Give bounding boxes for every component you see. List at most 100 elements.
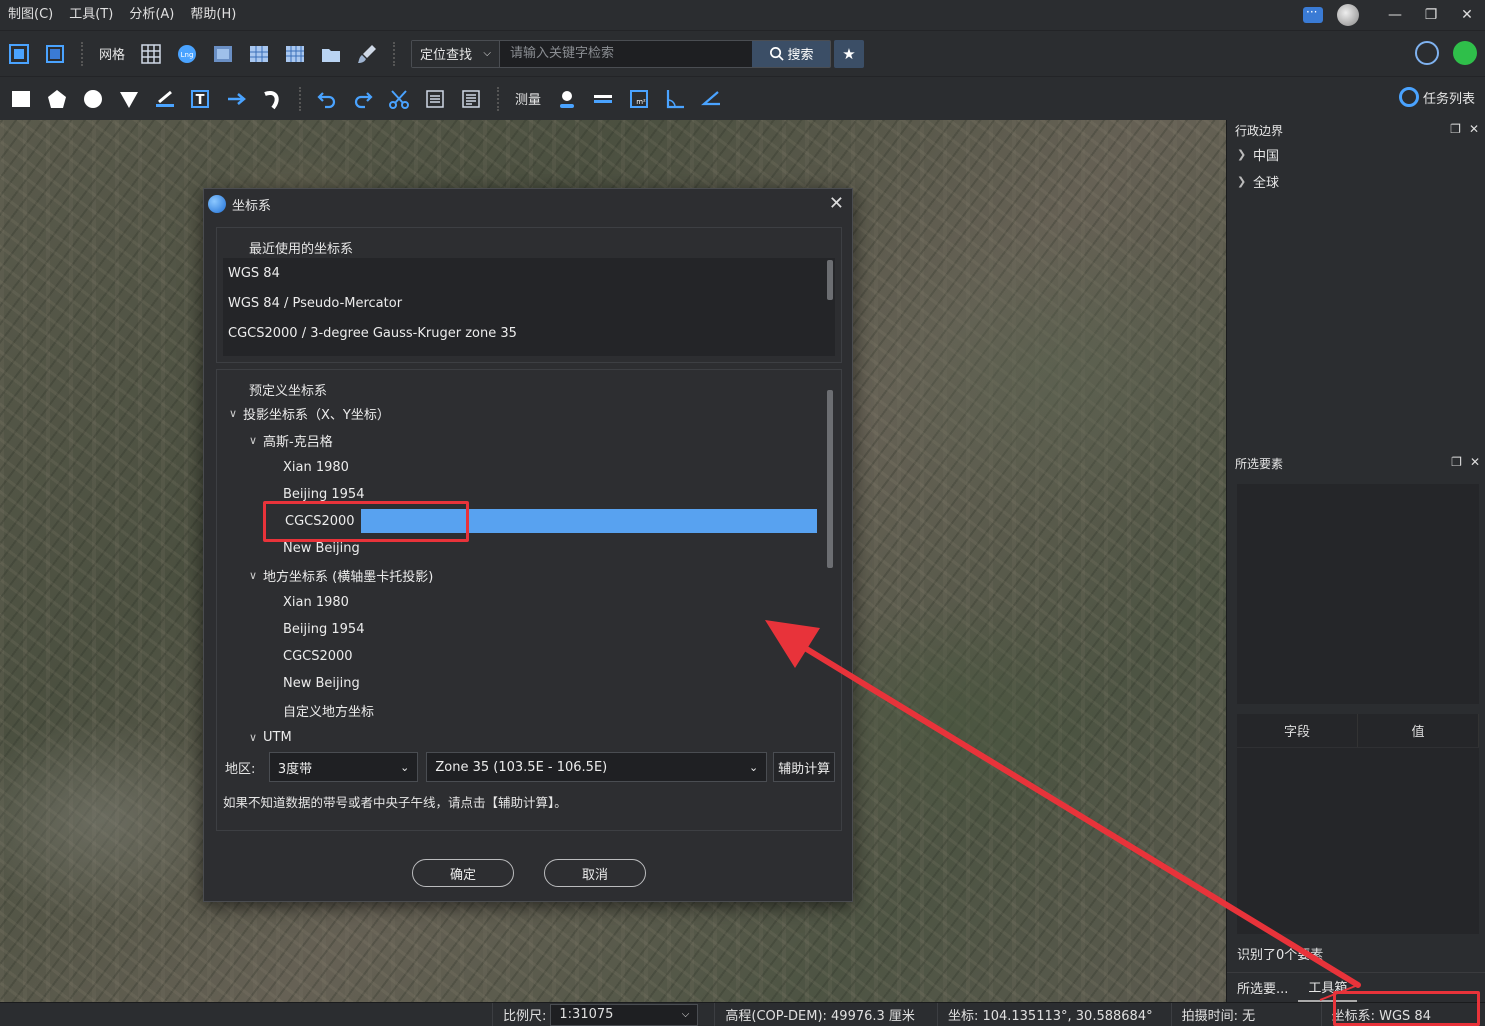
message-icon[interactable] xyxy=(1303,5,1323,23)
full-extent-icon[interactable] xyxy=(6,41,32,67)
azimuth-icon[interactable] xyxy=(698,86,724,112)
close-icon[interactable]: ✕ xyxy=(1470,455,1480,469)
tree-item[interactable]: New Beijing xyxy=(223,670,835,697)
admin-item-china[interactable]: ❯ 中国 xyxy=(1227,141,1485,168)
angle-icon[interactable] xyxy=(662,86,688,112)
float-icon[interactable]: ❐ xyxy=(1451,455,1462,469)
cancel-button[interactable]: 取消 xyxy=(544,859,646,887)
sheet-grid-icon[interactable] xyxy=(246,41,272,67)
restore-button[interactable]: ❐ xyxy=(1413,0,1449,30)
area-icon[interactable]: m² xyxy=(626,86,652,112)
list-item[interactable]: WGS 84 xyxy=(223,258,835,288)
text-tool-icon[interactable]: T xyxy=(188,86,214,112)
crs-button[interactable]: 坐标系: WGS 84 xyxy=(1320,1002,1456,1026)
search-button[interactable]: 搜索 xyxy=(752,40,831,67)
tree-item[interactable]: ∨ 投影坐标系（X、Y坐标） xyxy=(223,400,835,427)
chevron-down-icon[interactable]: ∨ xyxy=(243,434,263,447)
selected-features-list[interactable] xyxy=(1237,484,1479,704)
chevron-down-icon[interactable]: ∨ xyxy=(243,569,263,582)
selected-features-header: 所选要素 ❐ ✕ xyxy=(1227,452,1485,474)
chevron-down-icon: ⌵ xyxy=(681,1009,690,1020)
polygon-icon[interactable] xyxy=(44,86,70,112)
tree-item[interactable]: 自定义地方坐标 xyxy=(223,697,835,724)
search-mode-select[interactable]: 定位查找 ⌵ xyxy=(412,40,501,67)
tile-icon[interactable] xyxy=(210,41,236,67)
marker-shape-icon[interactable] xyxy=(116,86,142,112)
scissors-icon[interactable] xyxy=(386,86,412,112)
tree-item[interactable]: Beijing 1954 xyxy=(223,481,835,508)
value-column-header[interactable]: 值 xyxy=(1358,714,1479,747)
tree-item-label: CGCS2000 xyxy=(285,514,355,529)
distance-icon[interactable] xyxy=(590,86,616,112)
tab-toolbox[interactable]: 工具箱 xyxy=(1298,973,1358,1002)
hint-text: 如果不知道数据的带号或者中央子午线，请点击【辅助计算】。 xyxy=(223,795,567,810)
tree-item-label: Beijing 1954 xyxy=(283,487,365,502)
elevation-readout: 高程(COP-DEM): 49976.3 厘米 xyxy=(714,1002,937,1026)
close-icon[interactable]: ✕ xyxy=(1469,122,1479,136)
heart-location-icon[interactable] xyxy=(1415,41,1439,65)
tab-selected-features[interactable]: 所选要... xyxy=(1227,973,1298,1002)
menu-map[interactable]: 制图(C) xyxy=(0,0,61,30)
list-item[interactable]: CGCS2000 / 3-degree Gauss-Kruger zone 35 xyxy=(223,318,835,348)
tree-item-selected[interactable]: CGCS2000 xyxy=(223,508,835,535)
minimize-button[interactable]: — xyxy=(1377,0,1413,30)
rectangle-icon[interactable] xyxy=(8,86,34,112)
admin-boundary-header: 行政边界 ❐ ✕ xyxy=(1227,119,1485,141)
task-list-button[interactable]: 任务列表 xyxy=(1398,87,1475,107)
redo-icon[interactable] xyxy=(350,86,376,112)
tree-item[interactable]: CGCS2000 xyxy=(223,643,835,670)
tree-item[interactable]: Xian 1980 xyxy=(223,454,835,481)
region-row: 地区: 3度带 ⌄ Zone 35 (103.5E - 106.5E) ⌄ 辅助… xyxy=(223,752,835,782)
layer-list-icon[interactable] xyxy=(458,86,484,112)
selected-features-panel: 所选要素 ❐ ✕ 字段 值 识别了0个要素 所选要... 工具箱 xyxy=(1227,452,1485,1002)
measure-label[interactable]: 测量 xyxy=(515,89,541,108)
attribute-table-icon[interactable] xyxy=(422,86,448,112)
aux-calc-button[interactable]: 辅助计算 xyxy=(773,752,835,782)
location-pin-icon[interactable] xyxy=(554,86,580,112)
list-item[interactable]: WGS 84 / Pseudo-Mercator xyxy=(223,288,835,318)
chevron-down-icon[interactable]: ∨ xyxy=(243,731,263,744)
wechat-icon[interactable] xyxy=(1453,41,1477,65)
arrow-tool-icon[interactable] xyxy=(224,86,250,112)
search-input[interactable] xyxy=(500,40,753,67)
window-controls: — ❐ ✕ xyxy=(1303,0,1485,30)
favorite-button[interactable]: ★ xyxy=(834,39,865,68)
brush-icon[interactable] xyxy=(354,41,380,67)
predefined-crs-title: 预定义坐标系 xyxy=(249,384,328,399)
tree-item[interactable]: ∨ 地方坐标系 (横轴墨卡托投影) xyxy=(223,562,835,589)
main-toolbar: 网格 Lng 定位查找 ⌵ 搜索 ★ xyxy=(0,30,1485,76)
mgrs-grid-icon[interactable] xyxy=(282,41,308,67)
tree-item[interactable]: ∨ 高斯-克吕格 xyxy=(223,427,835,454)
menu-tools[interactable]: 工具(T) xyxy=(61,0,121,30)
band-select[interactable]: 3度带 ⌄ xyxy=(268,752,419,782)
circle-icon[interactable] xyxy=(80,86,106,112)
app-logo-icon xyxy=(208,195,226,213)
zone-select[interactable]: Zone 35 (103.5E - 106.5E) ⌄ xyxy=(426,752,768,782)
folder-icon[interactable] xyxy=(318,41,344,67)
chevron-down-icon[interactable]: ∨ xyxy=(223,407,243,420)
close-icon[interactable]: ✕ xyxy=(829,193,844,214)
grid-label[interactable]: 网格 xyxy=(99,44,125,63)
ok-button[interactable]: 确定 xyxy=(412,859,514,887)
undo-icon[interactable] xyxy=(314,86,340,112)
admin-item-global[interactable]: ❯ 全球 xyxy=(1227,168,1485,195)
scrollbar[interactable] xyxy=(827,260,833,300)
curve-arrow-icon[interactable] xyxy=(260,86,286,112)
tree-item[interactable]: Xian 1980 xyxy=(223,589,835,616)
predefined-crs-group: 预定义坐标系 ∨ 投影坐标系（X、Y坐标） ∨ 高斯-克吕格 Xian 1980 Beij… xyxy=(216,369,842,831)
field-column-header[interactable]: 字段 xyxy=(1237,714,1358,747)
tree-item[interactable]: Beijing 1954 xyxy=(223,616,835,643)
tree-item[interactable]: ∨ UTM xyxy=(223,724,835,748)
scrollbar[interactable] xyxy=(827,390,833,568)
scale-select[interactable]: 1:31075 ⌵ xyxy=(550,1003,699,1026)
grid-icon[interactable] xyxy=(138,41,164,67)
menu-analysis[interactable]: 分析(A) xyxy=(121,0,182,30)
avatar[interactable] xyxy=(1337,4,1359,26)
float-icon[interactable]: ❐ xyxy=(1450,122,1461,136)
menu-help[interactable]: 帮助(H) xyxy=(182,0,244,30)
latlng-icon[interactable]: Lng xyxy=(174,41,200,67)
line-edit-icon[interactable] xyxy=(152,86,178,112)
zoom-layer-icon[interactable] xyxy=(42,41,68,67)
tree-item[interactable]: New Beijing xyxy=(223,535,835,562)
close-window-button[interactable]: ✕ xyxy=(1449,0,1485,30)
